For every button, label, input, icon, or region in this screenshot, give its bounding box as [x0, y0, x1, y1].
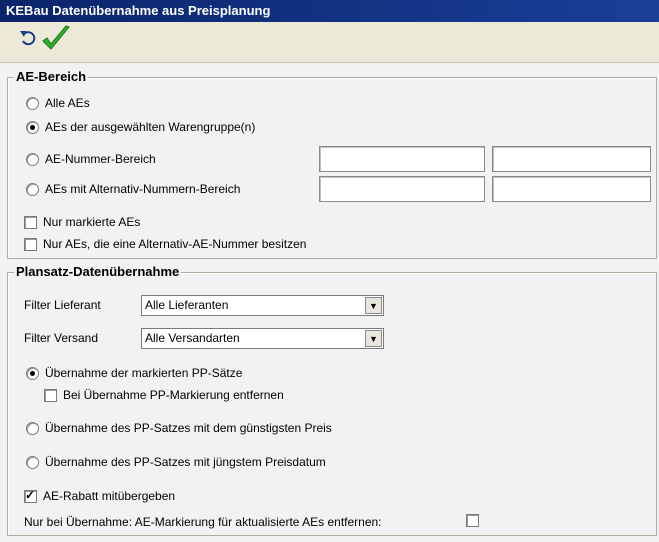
- alternativ-bis-input[interactable]: [492, 176, 651, 202]
- radio-guenstigster-preis-circle[interactable]: [26, 421, 39, 435]
- plansatz-title: Plansatz-Datenübernahme: [14, 264, 182, 279]
- chevron-down-icon[interactable]: ▼: [365, 330, 382, 347]
- radio-alle-aes[interactable]: Alle AEs: [26, 96, 90, 110]
- filter-versand-label: Filter Versand: [24, 331, 99, 345]
- radio-alternativ-bereich[interactable]: AEs mit Alternativ-Nummern-Bereich: [26, 182, 240, 196]
- radio-guenstigster-preis[interactable]: Übernahme des PP-Satzes mit dem günstigs…: [26, 421, 332, 435]
- radio-juengstes-preisdatum-label: Übernahme des PP-Satzes mit jüngstem Pre…: [45, 455, 326, 469]
- filter-lieferant-value: Alle Lieferanten: [145, 298, 229, 312]
- markierung-entfernen-label: Nur bei Übernahme: AE-Markierung für akt…: [24, 515, 382, 529]
- radio-markierte-pp-label: Übernahme der markierten PP-Sätze: [45, 366, 243, 380]
- radio-nummer-bereich-label: AE-Nummer-Bereich: [45, 152, 156, 166]
- nummer-von-input[interactable]: [319, 146, 485, 172]
- filter-versand-select[interactable]: Alle Versandarten ▼: [141, 328, 384, 349]
- chevron-down-icon[interactable]: ▼: [365, 297, 382, 314]
- radio-warengruppe[interactable]: AEs der ausgewählten Warengruppe(n): [26, 120, 255, 134]
- ae-bereich-title: AE-Bereich: [14, 69, 89, 84]
- radio-alternativ-bereich-label: AEs mit Alternativ-Nummern-Bereich: [45, 182, 241, 196]
- checkbox-pp-markierung[interactable]: Bei Übernahme PP-Markierung entfernen: [44, 388, 284, 402]
- radio-alle-aes-label: Alle AEs: [45, 96, 90, 110]
- checkbox-pp-markierung-box[interactable]: [44, 388, 57, 402]
- radio-warengruppe-label: AEs der ausgewählten Warengruppe(n): [45, 120, 256, 134]
- filter-versand-value: Alle Versandarten: [145, 331, 240, 345]
- alternativ-von-input[interactable]: [319, 176, 485, 202]
- undo-icon[interactable]: [18, 28, 38, 48]
- radio-markierte-pp[interactable]: Übernahme der markierten PP-Sätze: [26, 366, 242, 380]
- checkbox-ae-rabatt[interactable]: AE-Rabatt mitübergeben: [24, 488, 176, 503]
- radio-nummer-bereich[interactable]: AE-Nummer-Bereich: [26, 152, 156, 166]
- nummer-bis-input[interactable]: [492, 146, 651, 172]
- radio-warengruppe-circle[interactable]: [26, 120, 39, 134]
- radio-juengstes-preisdatum-circle[interactable]: [26, 455, 39, 469]
- filter-lieferant-select[interactable]: Alle Lieferanten ▼: [141, 295, 384, 316]
- radio-markierte-pp-circle[interactable]: [26, 366, 39, 380]
- radio-nummer-bereich-circle[interactable]: [26, 152, 39, 166]
- radio-juengstes-preisdatum[interactable]: Übernahme des PP-Satzes mit jüngstem Pre…: [26, 455, 326, 469]
- radio-alternativ-bereich-circle[interactable]: [26, 182, 39, 196]
- filter-lieferant-label: Filter Lieferant: [24, 298, 101, 312]
- radio-alle-aes-circle[interactable]: [26, 96, 39, 110]
- checkbox-ae-rabatt-label: AE-Rabatt mitübergeben: [43, 489, 176, 503]
- checkbox-markierung-entfernen[interactable]: [466, 514, 479, 527]
- checkbox-alt-nummer[interactable]: Nur AEs, die eine Alternativ-AE-Nummer b…: [24, 237, 306, 251]
- checkbox-alt-nummer-label: Nur AEs, die eine Alternativ-AE-Nummer b…: [43, 237, 307, 251]
- checkbox-nur-markierte-label: Nur markierte AEs: [43, 215, 141, 229]
- checkbox-nur-markierte[interactable]: Nur markierte AEs: [24, 215, 140, 229]
- window-title: KEBau Datenübernahme aus Preisplanung: [0, 0, 659, 22]
- checkbox-ae-rabatt-box[interactable]: [24, 488, 37, 503]
- checkbox-nur-markierte-box[interactable]: [24, 215, 37, 229]
- check-icon[interactable]: [40, 24, 72, 54]
- toolbar: [0, 22, 659, 63]
- checkbox-pp-markierung-label: Bei Übernahme PP-Markierung entfernen: [63, 388, 284, 402]
- radio-guenstigster-preis-label: Übernahme des PP-Satzes mit dem günstigs…: [45, 421, 332, 435]
- checkbox-alt-nummer-box[interactable]: [24, 237, 37, 251]
